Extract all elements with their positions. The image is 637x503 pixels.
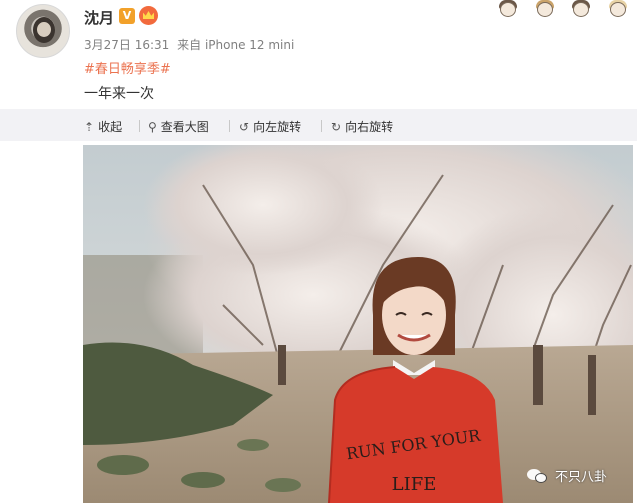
watermark-text: 不只八卦 [555,470,608,485]
post-source: 来自 iPhone 12 mini [177,38,295,52]
decorative-stickers [495,0,631,22]
toolbar-divider [139,120,140,132]
verified-badge-icon: V [119,8,135,24]
sticker-icon [568,0,594,20]
up-arrow-icon: ⇡ [84,119,95,134]
post-date[interactable]: 3月27日 16:31 [84,38,169,52]
sticker-icon [495,0,521,20]
vip-crown-icon [139,6,158,25]
wechat-icon [527,467,549,485]
toolbar-divider [229,120,230,132]
toolbar-divider [321,120,322,132]
sweater-text-line2: LIFE [392,474,437,495]
view-large-label: 查看大图 [160,120,209,134]
search-icon: ⚲ [148,119,157,134]
post-text: 一年来一次 [84,86,154,102]
sticker-icon [605,0,631,20]
watermark: 不只八卦 [527,466,607,485]
rotate-right-button[interactable]: ↻ 向右旋转 [331,118,393,135]
collapse-button[interactable]: ⇡ 收起 [84,118,122,135]
image-toolbar: ⇡ 收起 ⚲ 查看大图 ↺ 向左旋转 ↻ 向右旋转 [0,109,637,141]
rotate-right-icon: ↻ [331,119,342,134]
username[interactable]: 沈月 [84,7,114,28]
avatar[interactable] [16,4,70,58]
photo-illustration: RUN FOR YOUR LIFE [83,145,633,503]
rotate-left-icon: ↺ [239,119,250,134]
hashtag-link[interactable]: #春日畅享季# [84,58,171,77]
post-photo[interactable]: RUN FOR YOUR LIFE [83,145,633,503]
view-large-button[interactable]: ⚲ 查看大图 [148,118,209,135]
post-meta: 3月27日 16:31 来自 iPhone 12 mini [84,36,298,53]
sticker-icon [532,0,558,20]
rotate-left-button[interactable]: ↺ 向左旋转 [239,118,301,135]
rotate-left-label: 向左旋转 [253,120,302,134]
collapse-label: 收起 [98,120,123,134]
avatar-shine [37,22,51,37]
rotate-right-label: 向右旋转 [345,120,394,134]
